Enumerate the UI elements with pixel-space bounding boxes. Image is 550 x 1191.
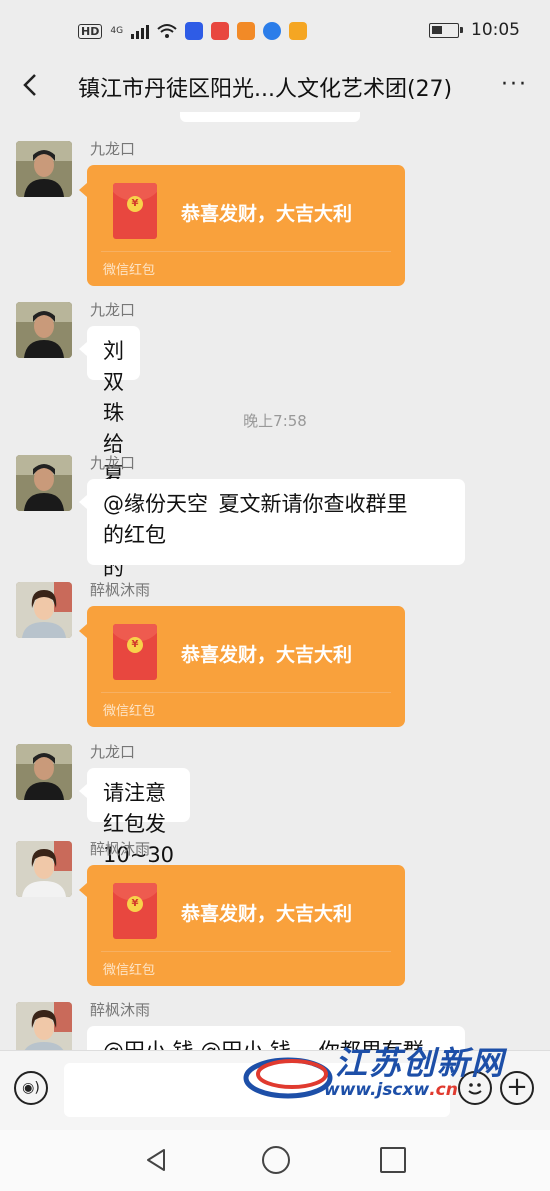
avatar[interactable] bbox=[16, 744, 72, 800]
status-bar: HD 4G 10:05 bbox=[0, 0, 550, 60]
red-packet[interactable]: ¥ 恭喜发财，大吉大利 微信红包 bbox=[79, 165, 405, 286]
system-nav-bar bbox=[0, 1130, 550, 1191]
sender-name: 九龙口 bbox=[90, 140, 136, 158]
group-title: 镇江市丹徒区阳光...人文化艺术团(27) bbox=[78, 77, 453, 102]
red-packet-greeting: 恭喜发财，大吉大利 bbox=[181, 644, 353, 666]
red-envelope-icon: ¥ bbox=[113, 183, 157, 239]
voice-input-icon[interactable]: ◉) bbox=[14, 1071, 48, 1105]
red-packet[interactable]: ¥ 恭喜发财，大吉大利 微信红包 bbox=[79, 865, 405, 986]
avatar[interactable] bbox=[16, 141, 72, 197]
text-message-bubble[interactable]: 刘双珠给夏文新的 bbox=[79, 326, 140, 580]
site-watermark: 江苏创新网 www.jscxw.cn bbox=[240, 1030, 510, 1110]
signal-icon bbox=[131, 23, 150, 39]
red-packet-label: 微信红包 bbox=[103, 704, 156, 719]
avatar[interactable] bbox=[16, 1002, 72, 1050]
timestamp: 晚上7:58 bbox=[243, 412, 307, 430]
watermark-title: 江苏创新网 bbox=[335, 1044, 506, 1082]
back-arrow-icon[interactable] bbox=[16, 70, 46, 100]
battery-icon bbox=[429, 22, 463, 38]
nav-recents-icon[interactable] bbox=[380, 1147, 406, 1173]
sender-name: 醉枫沐雨 bbox=[90, 840, 151, 858]
chat-area[interactable]: 九龙口 ¥ 恭喜发财，大吉大利 微信红包 九龙口 刘双珠给夏文新的 晚上7:58… bbox=[0, 112, 550, 1050]
status-right: 10:05 bbox=[429, 20, 520, 40]
nav-home-icon[interactable] bbox=[262, 1146, 290, 1174]
red-packet-greeting: 恭喜发财，大吉大利 bbox=[181, 903, 353, 925]
sender-name: 醉枫沐雨 bbox=[90, 581, 151, 599]
avatar[interactable] bbox=[16, 841, 72, 897]
sender-name: 九龙口 bbox=[90, 743, 136, 761]
video-icon bbox=[237, 22, 256, 40]
status-left: HD 4G bbox=[78, 22, 308, 40]
watermark-url: www.jscxw.cn bbox=[324, 1080, 458, 1100]
red-packet-label: 微信红包 bbox=[103, 963, 156, 978]
app-icon bbox=[289, 22, 308, 40]
hd-indicator: HD bbox=[78, 23, 103, 39]
text-message-bubble[interactable]: 请注意红包发 10~30 元 bbox=[78, 768, 191, 898]
sender-name: 醉枫沐雨 bbox=[90, 1001, 151, 1019]
avatar[interactable] bbox=[16, 302, 72, 358]
network-type: 4G bbox=[110, 25, 124, 36]
avatar[interactable] bbox=[16, 455, 72, 511]
nav-back-icon[interactable] bbox=[142, 1146, 170, 1174]
wifi-icon bbox=[157, 24, 177, 38]
sender-name: 九龙口 bbox=[90, 301, 136, 319]
baidu-icon bbox=[185, 22, 204, 40]
message-text-line-2: 的红包 bbox=[103, 523, 166, 547]
book-icon bbox=[211, 22, 230, 40]
clock: 10:05 bbox=[471, 20, 520, 40]
partial-message-bubble bbox=[180, 112, 360, 122]
sender-name: 九龙口 bbox=[90, 454, 136, 472]
avatar[interactable] bbox=[16, 582, 72, 638]
browser-icon bbox=[263, 22, 282, 40]
message-text-line-1: @缘份天空 夏文新请你查收群里 bbox=[103, 492, 408, 516]
red-packet-label: 微信红包 bbox=[103, 263, 156, 278]
red-envelope-icon: ¥ bbox=[113, 624, 157, 680]
more-options-icon[interactable]: ··· bbox=[501, 72, 528, 97]
red-packet-greeting: 恭喜发财，大吉大利 bbox=[181, 203, 353, 225]
chat-header: 镇江市丹徒区阳光...人文化艺术团(27) ··· bbox=[0, 60, 550, 112]
red-packet[interactable]: ¥ 恭喜发财，大吉大利 微信红包 bbox=[79, 606, 405, 727]
red-envelope-icon: ¥ bbox=[113, 883, 157, 939]
text-message-bubble[interactable]: @缘份天空 夏文新请你查收群里 的红包 bbox=[79, 479, 465, 565]
